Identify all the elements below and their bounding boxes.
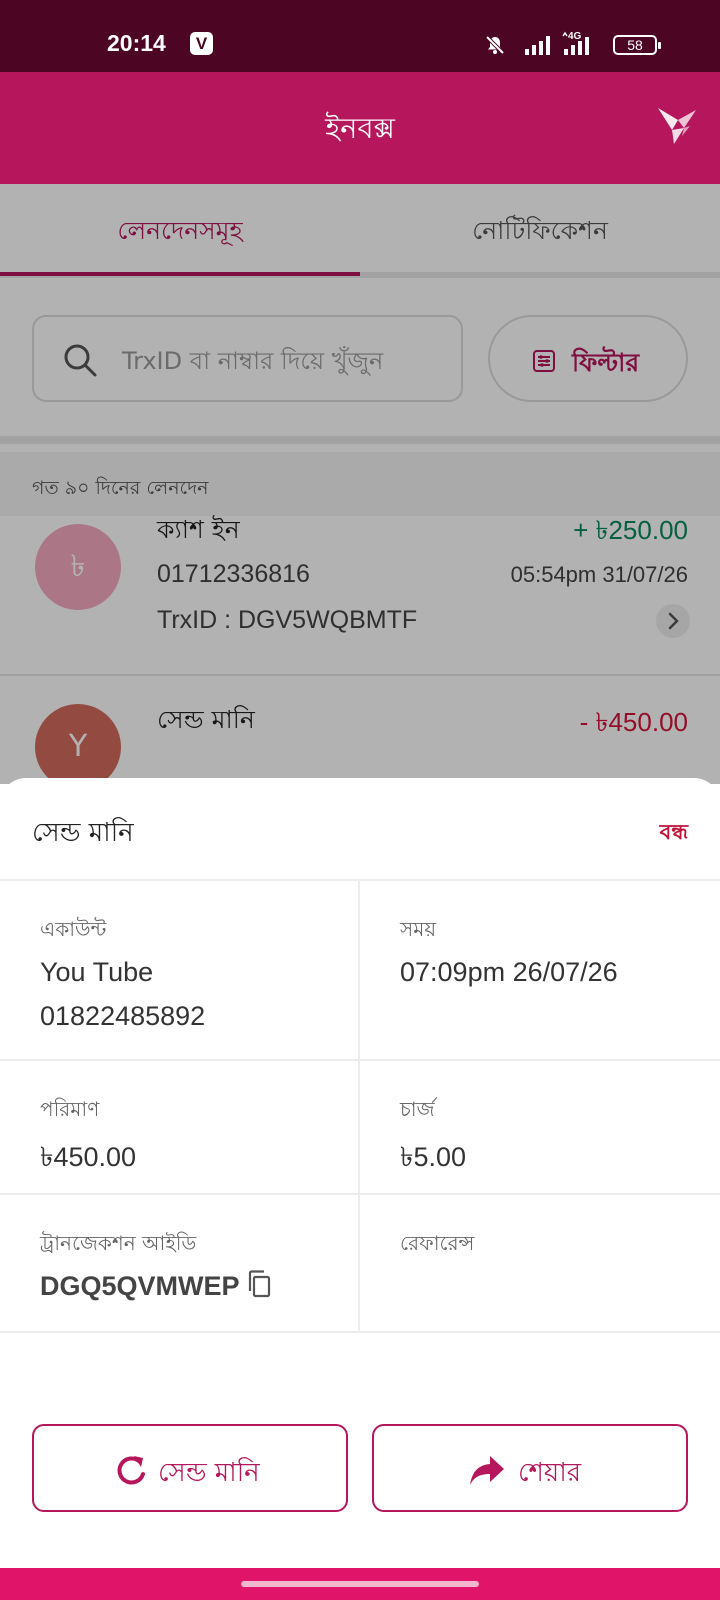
detail-grid: একাউন্ট You Tube 01822485892 সময় 07:09p… xyxy=(0,881,720,1333)
system-nav-bar xyxy=(0,1568,720,1600)
modal-scrim[interactable] xyxy=(0,184,720,784)
detail-row: ট্রানজেকশন আইডি DGQ5QVMWEP রেফারেন্স xyxy=(0,1195,720,1333)
charge-value: ৳5.00 xyxy=(400,1142,466,1172)
trxid-label: ট্রানজেকশন আইডি xyxy=(40,1231,197,1255)
amount-value: ৳450.00 xyxy=(40,1142,137,1172)
account-label: একাউন্ট xyxy=(40,917,107,941)
copy-icon[interactable] xyxy=(246,1269,272,1299)
account-number: 01822485892 xyxy=(40,1001,206,1031)
share-label: শেয়ার xyxy=(518,1458,582,1488)
status-time: 20:14 xyxy=(107,30,166,56)
send-money-again-button[interactable]: সেন্ড মানি xyxy=(32,1424,348,1512)
time-cell: সময় 07:09pm 26/07/26 xyxy=(360,881,720,1059)
reference-label: রেফারেন্স xyxy=(400,1231,475,1255)
transaction-detail-sheet: সেন্ড মানি বন্ধ একাউন্ট You Tube 0182248… xyxy=(0,778,720,1568)
send-money-again-label: সেন্ড মানি xyxy=(158,1458,260,1488)
battery-icon: 58 xyxy=(613,35,661,55)
trxid-cell: ট্রানজেকশন আইডি DGQ5QVMWEP xyxy=(0,1195,360,1331)
close-button[interactable]: বন্ধ xyxy=(660,816,688,851)
account-name: You Tube xyxy=(40,957,154,987)
amount-cell: পরিমাণ ৳450.00 xyxy=(0,1061,360,1193)
reference-cell: রেফারেন্স xyxy=(360,1195,720,1331)
status-bar: 20:14 V 4G 58 xyxy=(0,0,720,72)
time-label: সময় xyxy=(400,917,437,941)
app-bar: ইনবক্স xyxy=(0,72,720,184)
detail-row: একাউন্ট You Tube 01822485892 সময় 07:09p… xyxy=(0,881,720,1061)
signal-icon xyxy=(525,36,550,55)
bird-logo-icon[interactable] xyxy=(656,104,698,148)
repeat-icon xyxy=(117,1456,145,1485)
share-icon xyxy=(470,1456,504,1485)
charge-label: চার্জ xyxy=(400,1097,435,1121)
share-button[interactable]: শেয়ার xyxy=(372,1424,688,1512)
sheet-title: সেন্ড মানি xyxy=(32,818,134,848)
home-gesture-handle[interactable] xyxy=(241,1581,479,1587)
charge-cell: চার্জ ৳5.00 xyxy=(360,1061,720,1193)
time-value: 07:09pm 26/07/26 xyxy=(400,957,618,987)
page-title: ইনবক্স xyxy=(325,111,395,145)
amount-label: পরিমাণ xyxy=(40,1097,100,1121)
sheet-header: সেন্ড মানি বন্ধ xyxy=(0,778,720,881)
signal-4g-icon: 4G xyxy=(562,31,589,55)
app-notification-badge: V xyxy=(190,32,213,55)
account-cell: একাউন্ট You Tube 01822485892 xyxy=(0,881,360,1059)
mute-icon xyxy=(485,35,505,55)
detail-row: পরিমাণ ৳450.00 চার্জ ৳5.00 xyxy=(0,1061,720,1195)
trxid-value: DGQ5QVMWEP xyxy=(40,1271,240,1301)
svg-text:4G: 4G xyxy=(568,31,582,42)
action-buttons: সেন্ড মানি শেয়ার xyxy=(0,1424,720,1514)
